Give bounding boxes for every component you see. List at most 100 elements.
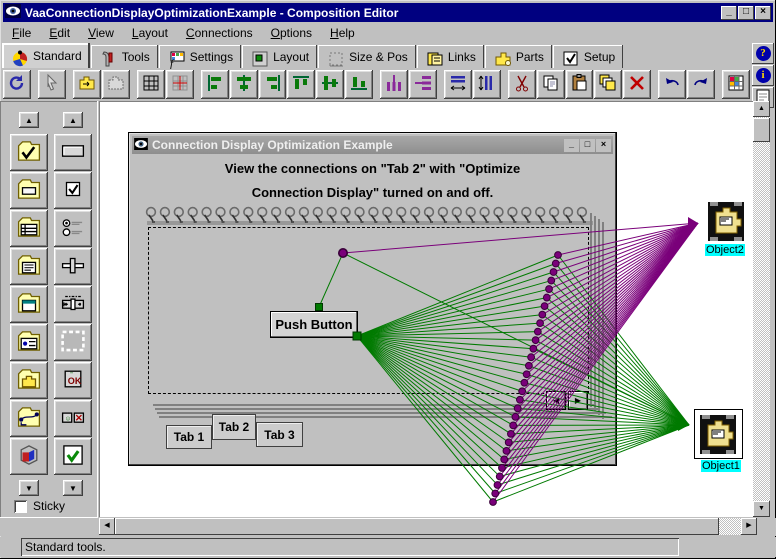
folder-connector-tool[interactable] (10, 400, 48, 437)
menu-file[interactable]: File (3, 24, 40, 42)
mini-buttons-tool[interactable]: ☺ (54, 400, 92, 437)
inner-close-button[interactable]: × (596, 139, 611, 152)
object1-label[interactable]: Object1 (701, 460, 741, 472)
push-button-part[interactable]: Push Button (270, 311, 358, 338)
folder-connector-icon (15, 404, 43, 433)
align-right-button[interactable] (259, 70, 287, 99)
cut-button[interactable] (508, 70, 536, 99)
palette-scroll-up-1[interactable]: ▲ (19, 112, 39, 128)
tab-setup[interactable]: Setup (553, 45, 623, 68)
menu-edit[interactable]: Edit (40, 24, 79, 42)
folder-check-tool[interactable] (10, 134, 48, 171)
scroll-right-button[interactable]: ▶ (741, 518, 757, 535)
tab-tools[interactable]: Tools (91, 45, 158, 68)
selection-tool[interactable] (54, 324, 92, 361)
horizontal-scroll-thumb[interactable] (115, 518, 719, 535)
spacing-h-button[interactable] (444, 70, 472, 99)
folder-list-icon (15, 214, 43, 243)
vertical-scrollbar[interactable]: ▲ ▼ (753, 101, 770, 517)
tab-size-pos[interactable]: Size & Pos (318, 45, 416, 68)
close-button[interactable]: × (755, 6, 771, 20)
copy-button[interactable] (537, 70, 565, 99)
align-center-button[interactable] (230, 70, 258, 99)
composition-canvas[interactable]: Connection Display Optimization Example … (99, 101, 753, 517)
palette-scroll-up-2[interactable]: ▲ (63, 112, 83, 128)
part-ghost-button[interactable] (102, 70, 130, 99)
horizontal-scrollbar[interactable]: ◀ ▶ (99, 518, 757, 535)
tab-label: Links (448, 50, 476, 64)
folder-text-tool[interactable] (10, 248, 48, 285)
pointer-button[interactable] (38, 70, 66, 99)
menu-connections[interactable]: Connections (177, 24, 262, 42)
checked-box-tool[interactable] (54, 438, 92, 475)
align-top-button[interactable] (287, 70, 315, 99)
maximize-button[interactable]: □ (738, 6, 754, 20)
info-button[interactable]: i (752, 65, 774, 86)
slider-tool[interactable] (54, 248, 92, 285)
inner-window[interactable]: Connection Display Optimization Example … (128, 132, 617, 466)
grid-red-button[interactable] (166, 70, 194, 99)
distribute-v-button[interactable] (409, 70, 437, 99)
align-left-button[interactable] (201, 70, 229, 99)
menu-view[interactable]: View (79, 24, 123, 42)
help-button[interactable]: ? (752, 43, 774, 64)
folder-window-tool[interactable] (10, 286, 48, 323)
notebook-page-dashed-border (148, 227, 589, 394)
page-back-button[interactable]: ◀ (546, 391, 566, 410)
object1-part-icon (698, 413, 738, 456)
menu-help[interactable]: Help (321, 24, 364, 42)
spacing-v-button[interactable] (473, 70, 501, 99)
align-middle-button[interactable] (316, 70, 344, 99)
refresh-button[interactable] (3, 70, 31, 99)
part-add-icon (77, 73, 97, 96)
align-bottom-button[interactable] (345, 70, 373, 99)
scroll-up-button[interactable]: ▲ (753, 101, 770, 117)
menu-layout[interactable]: Layout (123, 24, 177, 42)
scroll-left-button[interactable]: ◀ (99, 518, 115, 535)
delete-button[interactable] (623, 70, 651, 99)
scale-tool[interactable] (54, 286, 92, 323)
folder-info-tool[interactable] (10, 324, 48, 361)
folder-part-tool[interactable] (10, 362, 48, 399)
table-button[interactable] (722, 70, 750, 99)
notebook-tab-1[interactable]: Tab 1 (166, 425, 212, 449)
folder-list-tool[interactable] (10, 210, 48, 247)
paste-button[interactable] (566, 70, 594, 99)
object2-part-icon[interactable] (706, 200, 746, 246)
svg-text:☺: ☺ (65, 415, 72, 422)
folder-window-icon (15, 290, 43, 319)
object1-selection-frame[interactable] (694, 409, 743, 459)
inner-minimize-button[interactable]: _ (564, 139, 579, 152)
distribute-h-button[interactable] (380, 70, 408, 99)
radio-group-tool[interactable] (54, 210, 92, 247)
tab-standard[interactable]: Standard (2, 43, 90, 68)
tab-label: Standard (33, 49, 82, 63)
vertical-scroll-thumb[interactable] (753, 118, 770, 142)
grid-button[interactable] (137, 70, 165, 99)
tab-settings[interactable]: fSettings (159, 45, 241, 68)
sticky-checkbox[interactable] (14, 500, 27, 513)
folder-button-tool[interactable] (10, 172, 48, 209)
menu-options[interactable]: Options (262, 24, 321, 42)
inner-maximize-button[interactable]: □ (580, 139, 595, 152)
tab-links[interactable]: Links (417, 45, 484, 68)
tab-layout[interactable]: Layout (242, 45, 317, 68)
duplicate-button[interactable] (594, 70, 622, 99)
notebook-tab-2[interactable]: Tab 2 (212, 414, 256, 440)
page-forward-button[interactable]: ▶ (568, 391, 588, 410)
ok-button-tool[interactable]: OK" (54, 362, 92, 399)
canvas-3d-tool[interactable] (10, 438, 48, 475)
scroll-down-button[interactable]: ▼ (753, 501, 770, 517)
inner-window-title-bar[interactable]: Connection Display Optimization Example … (132, 136, 613, 154)
tab-parts[interactable]: Parts (485, 45, 552, 68)
object2-label[interactable]: Object2 (705, 244, 745, 256)
notebook-tab-3[interactable]: Tab 3 (256, 422, 303, 447)
checkbox-tool[interactable] (54, 172, 92, 209)
part-add-button[interactable] (73, 70, 101, 99)
palette-scroll-down-1[interactable]: ▼ (19, 480, 39, 496)
undo-button[interactable] (658, 70, 686, 99)
palette-scroll-down-2[interactable]: ▼ (63, 480, 83, 496)
minimize-button[interactable]: _ (721, 6, 737, 20)
blank-button-tool[interactable] (54, 134, 92, 171)
redo-button[interactable] (687, 70, 715, 99)
